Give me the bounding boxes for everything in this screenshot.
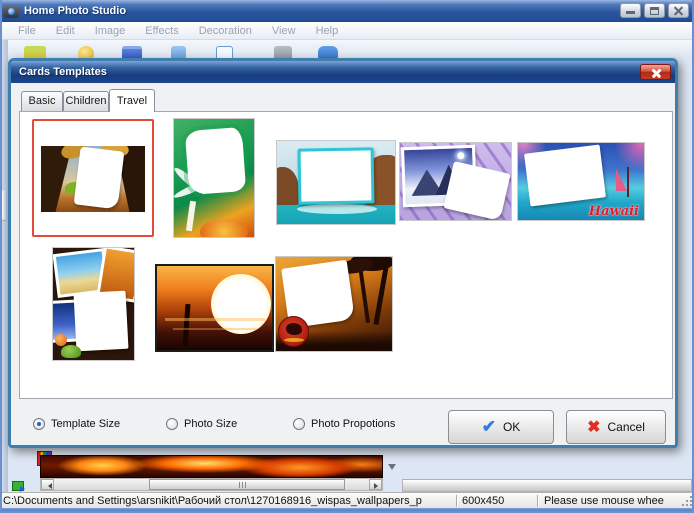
resize-grip[interactable] — [682, 496, 692, 506]
app-window: Home Photo Studio File Edit Image Effect… — [0, 0, 694, 513]
scrollbar-thumb[interactable] — [149, 479, 345, 490]
cross-icon: ✖ — [587, 417, 600, 437]
bottom-right-panel — [402, 479, 692, 492]
new-image-icon[interactable] — [12, 481, 24, 491]
radio-unselected-icon — [166, 418, 178, 430]
window-title: Home Photo Studio — [24, 5, 126, 17]
radio-template-size[interactable]: Template Size — [33, 418, 120, 430]
cancel-button[interactable]: ✖ Cancel — [566, 410, 666, 444]
ok-button[interactable]: ✔ OK — [448, 410, 554, 444]
titlebar: Home Photo Studio — [0, 0, 694, 22]
dialog-close-button[interactable] — [640, 64, 671, 80]
window-bottom-edge — [0, 508, 694, 513]
template-hawaii-frame[interactable]: Hawaii — [517, 142, 645, 221]
radio-photo-size[interactable]: Photo Size — [166, 418, 237, 430]
menu-image[interactable]: Image — [85, 25, 136, 37]
menu-edit[interactable]: Edit — [46, 25, 85, 37]
camera-app-icon — [4, 5, 19, 18]
radio-photo-propotions[interactable]: Photo Propotions — [293, 418, 395, 430]
dialog-title: Cards Templates — [19, 66, 107, 78]
yellow-tool-icon[interactable] — [78, 46, 94, 58]
status-image-dimensions: 600x450 — [457, 495, 537, 507]
scroll-right-button[interactable] — [369, 479, 382, 490]
sun-circle-frame — [211, 274, 271, 334]
template-sunset-palms-badge-frame[interactable] — [275, 256, 393, 352]
dialog-titlebar: Cards Templates — [11, 61, 675, 83]
minimize-button[interactable] — [620, 3, 641, 18]
template-ocean-rocks-frame[interactable] — [276, 140, 396, 225]
gray-tool-icon[interactable] — [274, 46, 292, 58]
hawaii-caption: Hawaii — [589, 204, 639, 219]
template-green-tropical-frame[interactable] — [173, 118, 255, 238]
status-hint-message: Please use mouse whee — [538, 495, 676, 507]
toolbar-grip[interactable] — [2, 190, 6, 220]
minimize-icon — [626, 11, 635, 14]
horizontal-scrollbar[interactable] — [40, 478, 383, 491]
menu-file[interactable]: File — [8, 25, 46, 37]
statusbar: C:\Documents and Settings\arsnikit\Рабоч… — [0, 492, 694, 508]
maximize-button[interactable] — [644, 3, 665, 18]
menu-effects[interactable]: Effects — [135, 25, 188, 37]
toolbar — [0, 40, 694, 58]
maximize-icon — [650, 7, 659, 15]
open-folder-icon[interactable] — [24, 46, 46, 58]
blue-round-tool-icon[interactable] — [318, 46, 338, 58]
dropdown-arrow-icon[interactable] — [388, 464, 396, 474]
check-icon: ✔ — [482, 417, 496, 437]
cards-templates-dialog: Cards Templates Basic Children Travel — [8, 58, 678, 448]
status-file-path: C:\Documents and Settings\arsnikit\Рабоч… — [0, 495, 456, 507]
tab-travel[interactable]: Travel — [109, 89, 155, 112]
radio-selected-icon — [33, 418, 45, 430]
tab-basic[interactable]: Basic — [21, 91, 63, 111]
template-winter-mountains-frame[interactable] — [399, 142, 512, 221]
windsurf-sail — [616, 169, 627, 191]
template-sunset-sun-circle-frame[interactable] — [155, 264, 274, 352]
left-toolbar-rail — [0, 40, 8, 492]
save-floppy-icon[interactable] — [122, 46, 142, 58]
window-controls — [620, 3, 689, 18]
cancel-button-label: Cancel — [608, 420, 645, 434]
close-button[interactable] — [668, 3, 689, 18]
new-page-icon[interactable] — [216, 46, 233, 58]
turtle-shape — [61, 345, 81, 358]
template-beach-collage-frame[interactable] — [52, 247, 135, 361]
open-photo-fire-wallpaper[interactable] — [40, 455, 383, 478]
template-palm-beach-frame[interactable] — [32, 119, 154, 237]
blue-tool-icon[interactable] — [171, 46, 186, 58]
scroll-left-button[interactable] — [41, 479, 54, 490]
menu-view[interactable]: View — [262, 25, 306, 37]
menu-help[interactable]: Help — [306, 25, 349, 37]
ok-button-label: OK — [503, 420, 520, 434]
tab-children[interactable]: Children — [63, 91, 109, 111]
red-badge — [278, 316, 309, 347]
menu-decoration[interactable]: Decoration — [189, 25, 262, 37]
menubar: File Edit Image Effects Decoration View … — [0, 22, 694, 40]
radio-unselected-icon — [293, 418, 305, 430]
templates-panel: Hawaii — [19, 111, 673, 399]
